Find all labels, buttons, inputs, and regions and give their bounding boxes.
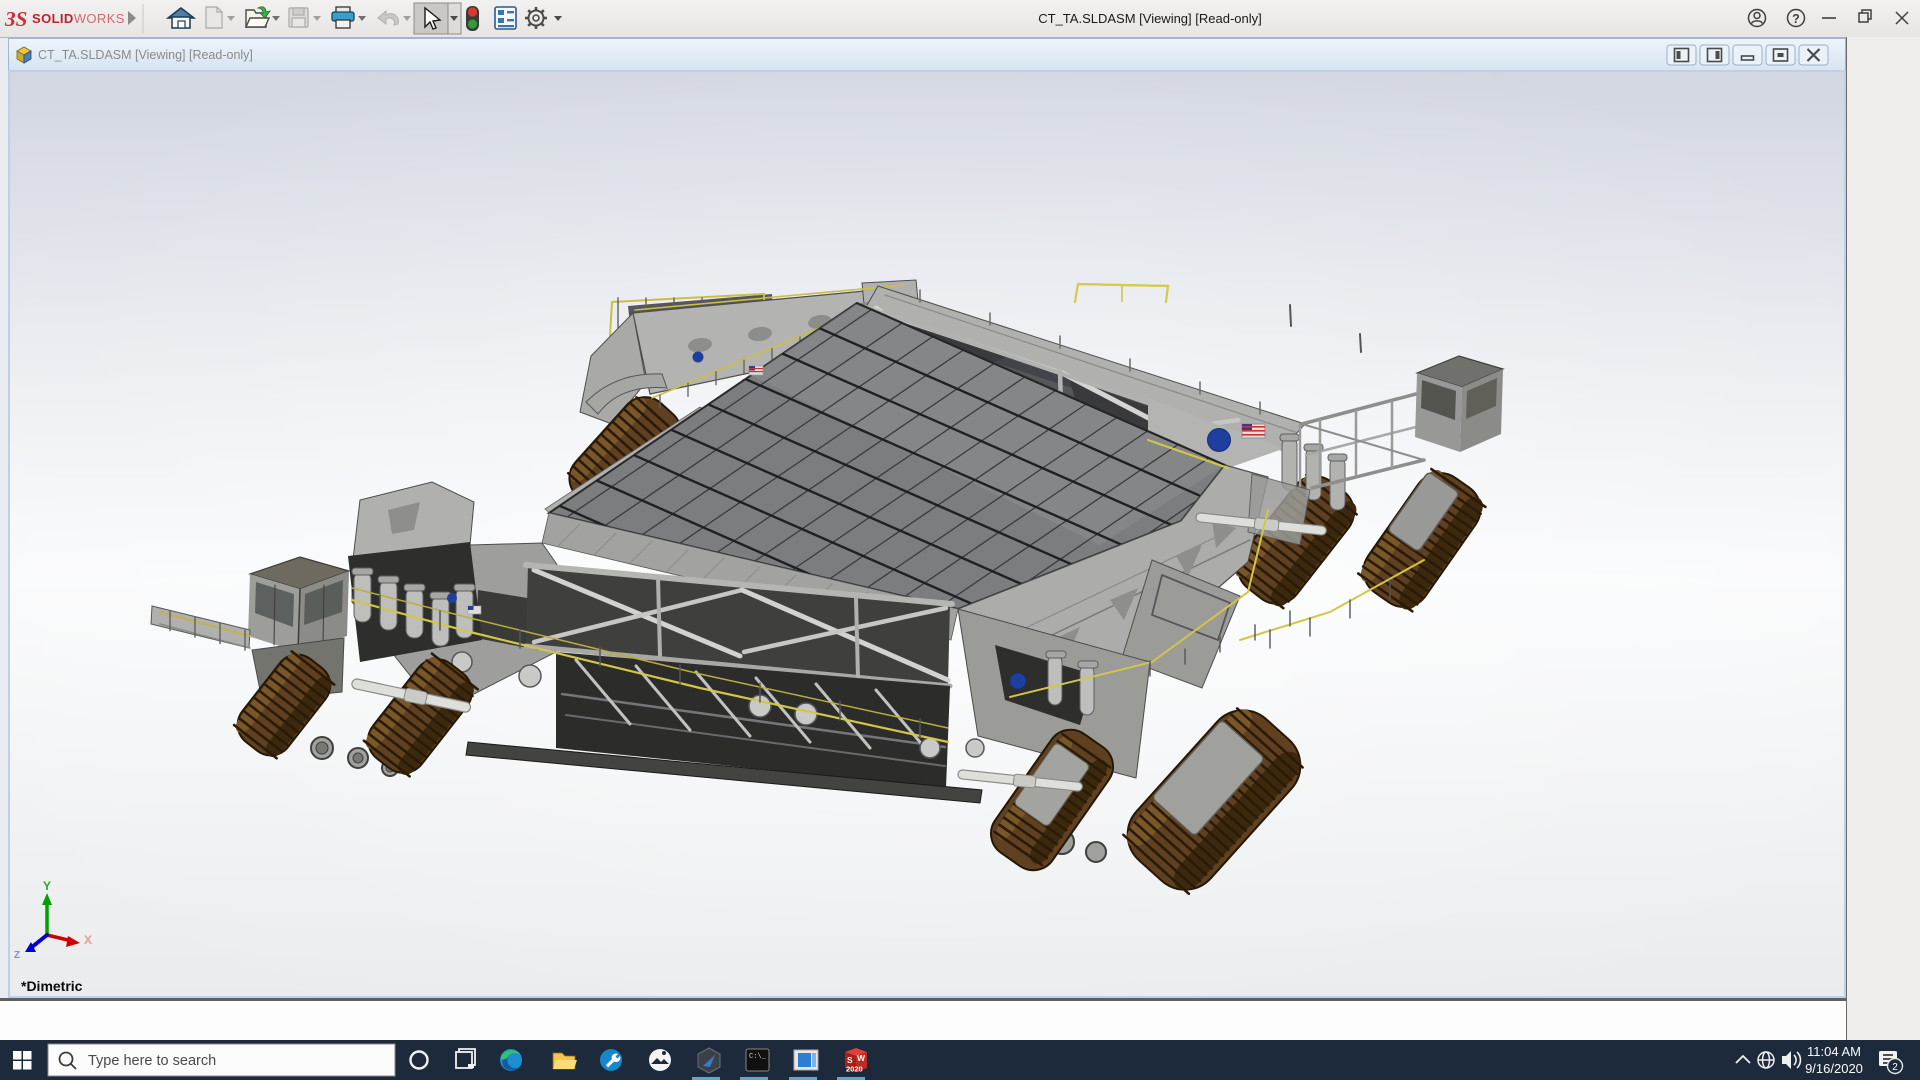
- svg-text:CT_TA.SLDASM [Viewing] [Read-o: CT_TA.SLDASM [Viewing] [Read-only]: [1038, 11, 1262, 26]
- svg-text:Z: Z: [14, 950, 20, 961]
- svg-text:2: 2: [1892, 1062, 1898, 1073]
- svg-text:Type here to search: Type here to search: [88, 1053, 216, 1069]
- svg-text:S: S: [847, 1055, 853, 1065]
- svg-text:?: ?: [1792, 12, 1800, 26]
- svg-text:ЗS: ЗS: [4, 7, 27, 31]
- svg-text:CT_TA.SLDASM [Viewing] [Read-o: CT_TA.SLDASM [Viewing] [Read-only]: [38, 48, 253, 62]
- svg-text:W: W: [857, 1053, 866, 1063]
- svg-text:X: X: [84, 933, 92, 947]
- svg-text:*Dimetric: *Dimetric: [21, 978, 83, 994]
- svg-text:C:\_: C:\_: [749, 1053, 767, 1061]
- svg-text:SOLIDWORKS: SOLIDWORKS: [32, 11, 125, 26]
- svg-text:11:04 AM: 11:04 AM: [1807, 1044, 1861, 1059]
- svg-text:2020: 2020: [846, 1065, 863, 1074]
- svg-text:Y: Y: [43, 879, 51, 893]
- svg-text:9/16/2020: 9/16/2020: [1805, 1061, 1863, 1076]
